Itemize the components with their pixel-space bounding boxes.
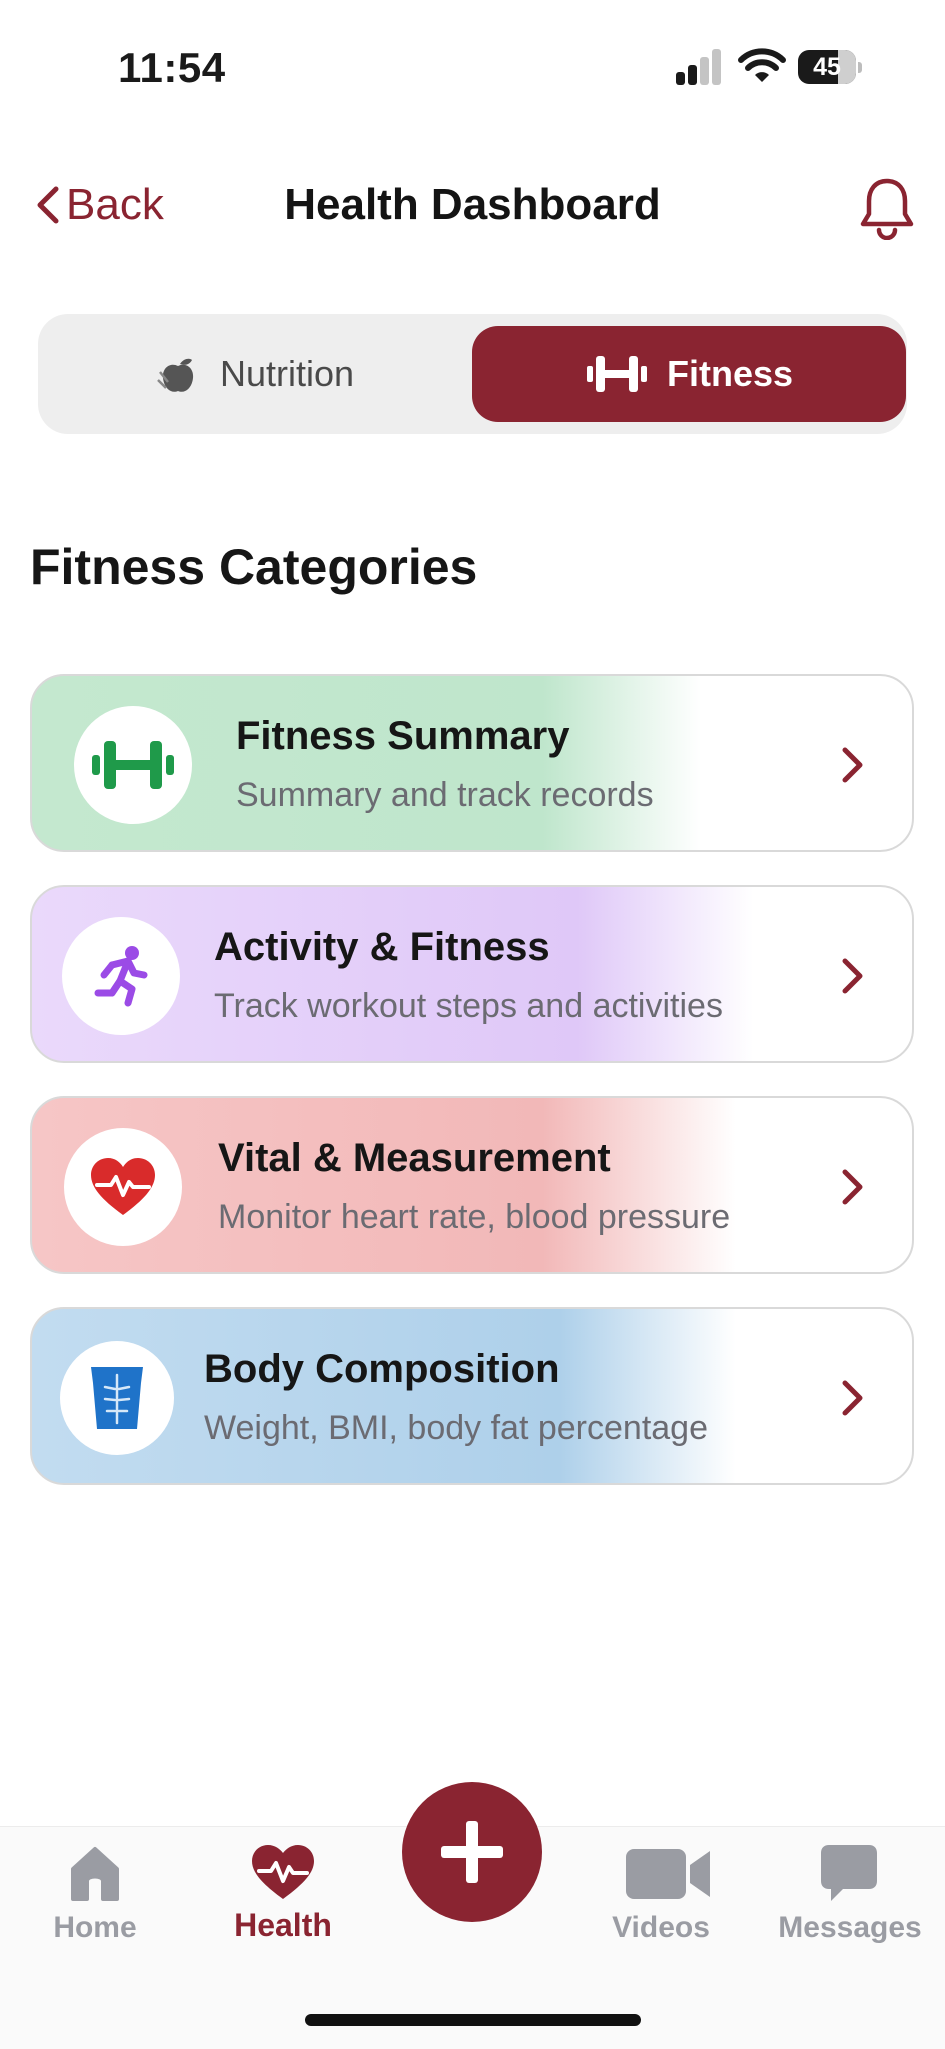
chevron-right-icon	[842, 958, 863, 994]
video-camera-icon	[626, 1849, 710, 1899]
card-fitness-summary[interactable]: Fitness Summary Summary and track record…	[30, 674, 914, 852]
heartbeat-icon	[252, 1845, 314, 1899]
add-button[interactable]	[402, 1782, 542, 1922]
torso-icon	[60, 1341, 174, 1455]
chevron-right-icon	[842, 747, 863, 783]
card-title: Fitness Summary	[236, 714, 570, 758]
back-button[interactable]: Back	[34, 180, 164, 230]
battery-icon: 45	[798, 50, 864, 84]
tab-health-label: Health	[234, 1907, 332, 1943]
card-subtitle: Track workout steps and activities	[214, 987, 723, 1025]
card-title: Activity & Fitness	[214, 925, 550, 969]
dumbbell-icon	[74, 706, 192, 824]
card-subtitle: Weight, BMI, body fat percentage	[204, 1409, 708, 1447]
card-title: Body Composition	[204, 1347, 560, 1391]
tab-home-label: Home	[53, 1911, 137, 1944]
card-activity-fitness[interactable]: Activity & Fitness Track workout steps a…	[30, 885, 914, 1063]
tab-nutrition-label: Nutrition	[219, 353, 355, 394]
chat-bubble-icon	[821, 1845, 877, 1901]
card-subtitle: Summary and track records	[236, 776, 654, 814]
dumbbell-icon	[586, 356, 647, 392]
status-time: 11:54	[118, 44, 226, 91]
tab-nutrition[interactable]: Nutrition	[38, 314, 470, 434]
running-person-icon	[62, 917, 180, 1035]
bell-icon[interactable]	[858, 176, 916, 240]
plus-icon	[441, 1821, 503, 1883]
chevron-right-icon	[842, 1380, 863, 1416]
tab-videos-label: Videos	[612, 1911, 710, 1944]
wifi-icon	[738, 48, 786, 82]
battery-level: 45	[813, 53, 841, 81]
card-title: Vital & Measurement	[218, 1136, 611, 1180]
apple-icon	[157, 358, 194, 392]
tab-messages-label: Messages	[778, 1911, 922, 1944]
card-body-composition[interactable]: Body Composition Weight, BMI, body fat p…	[30, 1307, 914, 1485]
section-title: Fitness Categories	[30, 539, 478, 595]
card-vital-measurement[interactable]: Vital & Measurement Monitor heart rate, …	[30, 1096, 914, 1274]
heartbeat-icon	[64, 1128, 182, 1246]
back-label: Back	[66, 180, 164, 229]
chevron-left-icon	[37, 186, 59, 224]
home-indicator	[305, 2014, 641, 2026]
tab-fitness-label: Fitness	[666, 353, 794, 394]
nutrition-fitness-toggle: Nutrition Fitness	[38, 314, 907, 434]
cellular-signal-icon	[676, 49, 722, 85]
card-subtitle: Monitor heart rate, blood pressure	[218, 1198, 731, 1236]
home-icon	[71, 1847, 119, 1901]
tab-fitness[interactable]: Fitness	[472, 326, 906, 422]
chevron-right-icon	[842, 1169, 863, 1205]
